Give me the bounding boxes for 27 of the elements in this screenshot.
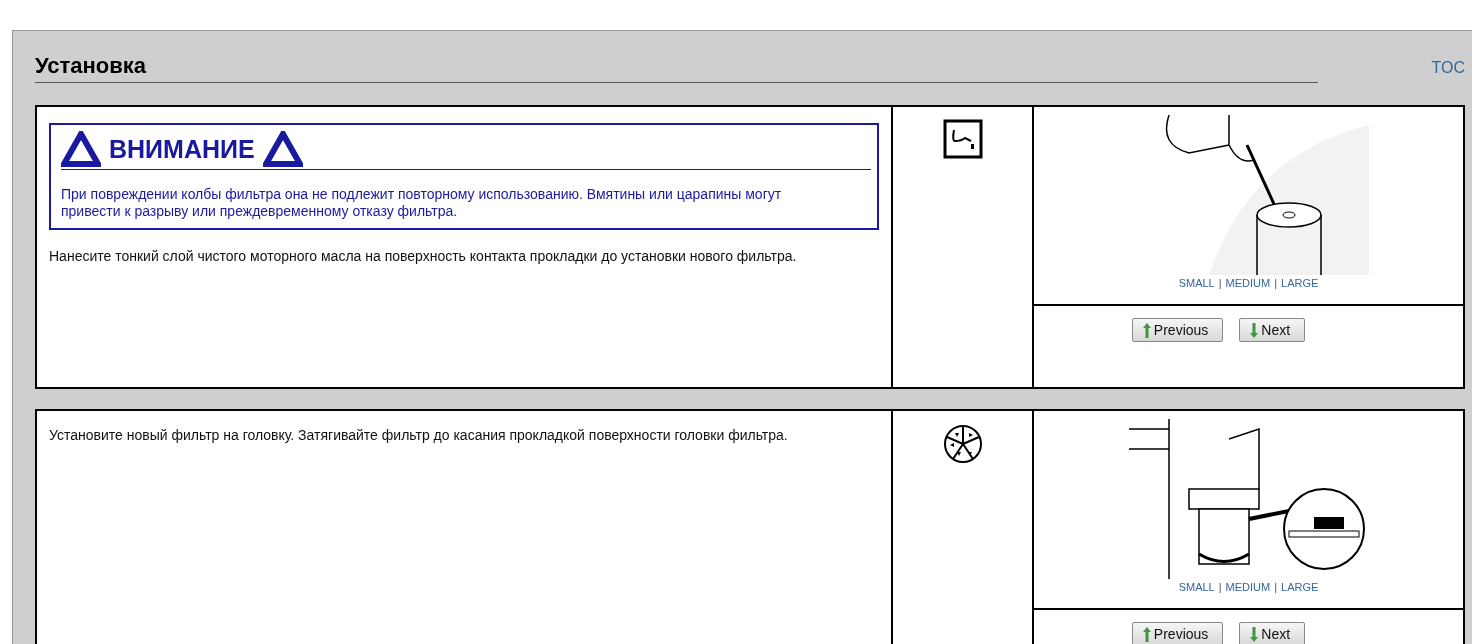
previous-button[interactable]: Previous <box>1131 318 1224 342</box>
oil-drop-icon <box>942 119 983 159</box>
section-title: Установка <box>35 53 1318 83</box>
image-size-link[interactable]: LARGE <box>1281 277 1319 289</box>
warning-text: При повреждении колбы фильтра она не подлежит повторному использованию. Вмятины или царапины могут привести к разрыву или преждевременному отказу фильтра. <box>61 186 783 220</box>
instruction-text: Установите новый фильтр на головку. Затягивайте фильтр до касания прокладкой поверхности головки фильтра. <box>49 427 789 444</box>
warning-triangle-icon <box>61 131 101 167</box>
image-size-link[interactable]: LARGE <box>1281 581 1319 593</box>
down-arrow-icon <box>1250 322 1259 338</box>
down-arrow-icon <box>1250 626 1259 642</box>
up-arrow-icon <box>1142 626 1151 642</box>
link-separator: | <box>1274 581 1278 593</box>
up-arrow-icon <box>1142 322 1151 338</box>
instruction-text: Нанесите тонкий слой чистого моторного масла на поверхность контакта прокладки до установки нового фильтра. <box>49 248 798 265</box>
next-button[interactable]: Next <box>1239 622 1306 644</box>
warning-triangle-icon <box>262 131 303 167</box>
link-separator: | <box>1274 277 1278 289</box>
image-size-link[interactable]: MEDIUM <box>1225 277 1271 289</box>
next-button[interactable]: Next <box>1239 318 1306 342</box>
previous-button[interactable]: Previous <box>1131 622 1224 644</box>
image-size-link[interactable]: MEDIUM <box>1225 581 1271 593</box>
warning-heading: ВНИМАНИЕ <box>109 134 255 164</box>
link-separator: | <box>1218 581 1222 593</box>
image-size-link[interactable]: SMALL <box>1178 277 1215 289</box>
image-size-link[interactable]: SMALL <box>1178 581 1215 593</box>
link-separator: | <box>1218 277 1222 289</box>
toc-link[interactable]: TOC <box>1431 59 1465 77</box>
